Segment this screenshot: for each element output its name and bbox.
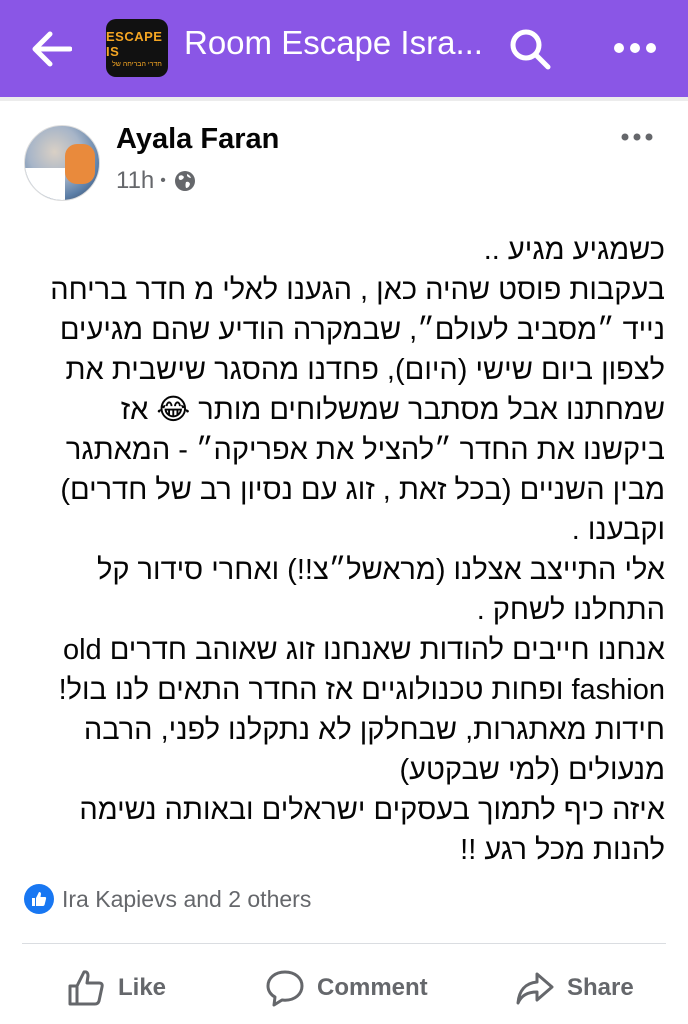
post-text-line: כשמגיע מגיע .. xyxy=(483,234,665,266)
avatar-badge xyxy=(25,168,65,200)
post-text-line: בעקבות פוסט שהיה כאן , הגענו לאלי מ חדר … xyxy=(50,274,665,306)
group-header-bar: ESCAPE IS חדרי הבריחה של Room Escape Isr… xyxy=(0,0,688,97)
reactions-summary[interactable]: Ira Kapievs and 2 others xyxy=(24,884,311,914)
avatar-photo-detail xyxy=(65,144,95,184)
share-button[interactable]: Share xyxy=(515,960,634,1016)
search-icon[interactable] xyxy=(508,27,552,71)
divider xyxy=(0,97,688,101)
post-text-line: איזה כיף לתמוך בעסקים ישראלים ובאותה נשי… xyxy=(79,794,665,826)
back-arrow-icon[interactable] xyxy=(30,30,72,68)
share-label: Share xyxy=(567,974,634,1001)
post-text-line: fashion ופחות טכנולוגיים אז החדר התאים ל… xyxy=(58,674,665,706)
globe-icon xyxy=(174,171,195,191)
post-text-line: לצפון ביום שישי (היום), פחדנו מהסגר שישב… xyxy=(65,354,665,386)
post-time[interactable]: 11h xyxy=(116,167,154,195)
group-logo[interactable]: ESCAPE IS חדרי הבריחה של xyxy=(106,19,168,77)
post-actions-bar: Like Comment Share xyxy=(0,960,688,1016)
group-logo-subtext: חדרי הבריחה של xyxy=(112,60,162,68)
post-body: כשמגיע מגיע .. בעקבות פוסט שהיה כאן , הג… xyxy=(22,230,665,870)
like-button[interactable]: Like xyxy=(66,960,166,1016)
comment-button[interactable]: Comment xyxy=(265,960,428,1016)
post-meta: 11h • xyxy=(116,167,196,195)
author-name[interactable]: Ayala Faran xyxy=(116,123,279,156)
divider xyxy=(22,943,666,944)
post-text-line: אלי התייצב אצלנו (מראשל״צ!!) ואחרי סידור… xyxy=(97,554,665,586)
more-icon[interactable] xyxy=(612,36,658,60)
group-title[interactable]: Room Escape Isra... xyxy=(184,24,483,62)
reactions-text: Ira Kapievs and 2 others xyxy=(62,885,312,912)
post-text-line: שמחתנו אבל מסתבר שמשלוחים מותר 😂 אז xyxy=(120,394,665,426)
post-text-line: חידות מאתגרות, שבחלקן לא נתקלנו לפני, הר… xyxy=(83,714,665,746)
like-reaction-icon xyxy=(24,884,54,914)
comment-icon xyxy=(266,970,304,1007)
post-text-line: נייד ״מסביב לעולם״, שבמקרה הודיע שהם מגי… xyxy=(59,314,665,346)
share-icon xyxy=(516,972,554,1005)
group-logo-text: ESCAPE IS xyxy=(106,28,163,59)
meta-separator: • xyxy=(160,172,166,189)
thumbs-up-icon xyxy=(68,970,104,1006)
like-label: Like xyxy=(118,974,167,1001)
post-text-line: מנעולים (למי שבקטע) xyxy=(399,754,665,786)
post-text-line: מבין השניים (בכל זאת , זוג עם נסיון רב ש… xyxy=(60,474,665,506)
post-text-line: להנות מכל רגע !! xyxy=(460,834,665,866)
post-more-icon[interactable] xyxy=(620,128,654,146)
post-text-line: וקבענו . xyxy=(571,514,665,546)
post-text-line: ביקשנו את החדר ״להציל את אפריקה״ - המאתג… xyxy=(65,434,665,466)
post-text-line: אנחנו חייבים להודות שאנחנו זוג שאוהב חדר… xyxy=(62,634,665,666)
comment-label: Comment xyxy=(317,974,428,1001)
author-avatar[interactable] xyxy=(24,125,100,201)
post-text-line: התחלנו לשחק . xyxy=(476,594,665,626)
